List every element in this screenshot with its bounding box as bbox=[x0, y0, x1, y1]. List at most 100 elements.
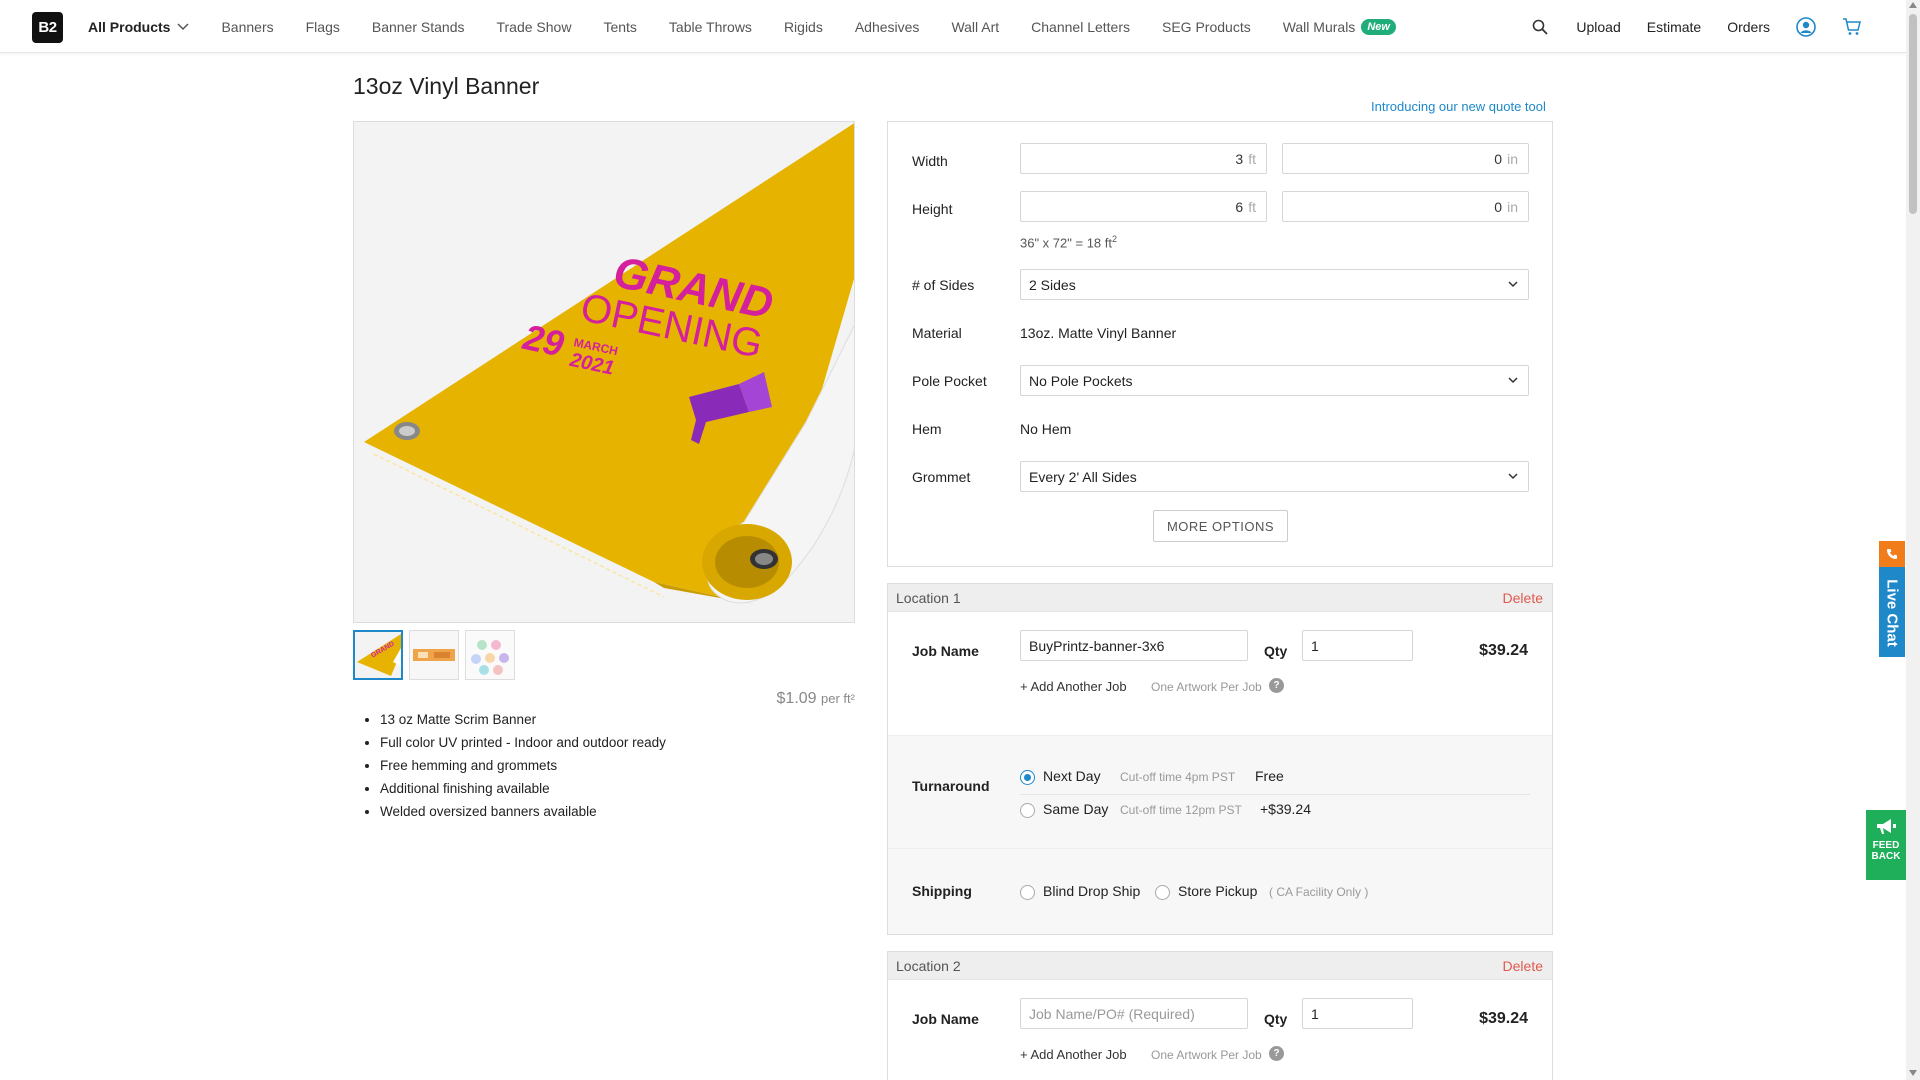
job-name-input[interactable]: Job Name/PO# (Required) bbox=[1020, 998, 1248, 1029]
pole-pocket-select[interactable]: No Pole Pockets bbox=[1020, 365, 1529, 396]
estimate-link[interactable]: Estimate bbox=[1647, 19, 1701, 35]
chevron-down-icon bbox=[1508, 473, 1518, 480]
width-in-input[interactable]: 0 in bbox=[1282, 143, 1529, 174]
hem-value: No Hem bbox=[1020, 421, 1072, 437]
plus-icon: + bbox=[1020, 1047, 1028, 1062]
area-text: 36" x 72" = 18 ft bbox=[1020, 235, 1112, 251]
location-price: $39.24 bbox=[1479, 642, 1528, 659]
nav-item-flags[interactable]: Flags bbox=[306, 19, 340, 35]
pole-pocket-selected: No Pole Pockets bbox=[1029, 372, 1133, 389]
help-icon[interactable]: ? bbox=[1269, 1046, 1284, 1061]
live-chat-widget[interactable]: Live Chat bbox=[1879, 541, 1905, 657]
scroll-up-arrow-icon[interactable] bbox=[1909, 2, 1917, 8]
feedback-line-1: FEED bbox=[1872, 840, 1900, 851]
material-label: Material bbox=[912, 325, 962, 341]
upload-link[interactable]: Upload bbox=[1576, 19, 1620, 35]
feature-item: Free hemming and grommets bbox=[380, 758, 666, 773]
sides-select[interactable]: 2 Sides bbox=[1020, 269, 1529, 300]
nav-item-seg-products[interactable]: SEG Products bbox=[1162, 19, 1251, 35]
thumbnail-1[interactable]: GRAND bbox=[353, 630, 403, 680]
product-main-image[interactable]: GRAND OPENING 29 MARCH 2021 bbox=[353, 121, 855, 623]
qty-input[interactable]: 1 bbox=[1302, 998, 1413, 1029]
grommet-select[interactable]: Every 2' All Sides bbox=[1020, 461, 1529, 492]
job-name-input[interactable]: BuyPrintz-banner-3x6 bbox=[1020, 630, 1248, 661]
delete-location-button[interactable]: Delete bbox=[1503, 590, 1543, 606]
height-in-input[interactable]: 0 in bbox=[1282, 191, 1529, 222]
blind-drop-label[interactable]: Blind Drop Ship bbox=[1043, 883, 1140, 899]
same-day-label[interactable]: Same Day bbox=[1043, 801, 1108, 817]
feedback-line-2: BACK bbox=[1871, 851, 1901, 862]
nav-item-table-throws[interactable]: Table Throws bbox=[669, 19, 752, 35]
next-day-price: Free bbox=[1255, 768, 1284, 784]
nav-item-channel-letters[interactable]: Channel Letters bbox=[1031, 19, 1130, 35]
price-per-sqft: $1.09 per ft² bbox=[560, 690, 855, 708]
cart-icon[interactable] bbox=[1842, 17, 1862, 37]
one-artwork-note: One Artwork Per Job bbox=[1151, 680, 1262, 694]
location-title: Location 2 bbox=[896, 957, 961, 974]
nav-item-banner-stands[interactable]: Banner Stands bbox=[372, 19, 465, 35]
turnaround-label: Turnaround bbox=[912, 778, 990, 794]
feature-item: Full color UV printed - Indoor and outdo… bbox=[380, 735, 666, 750]
add-another-job-button[interactable]: + Add Another Job bbox=[1020, 1047, 1127, 1062]
scrollbar-thumb[interactable] bbox=[1909, 14, 1917, 214]
width-ft-input[interactable]: 3 ft bbox=[1020, 143, 1267, 174]
width-ft-value: 3 bbox=[1235, 150, 1244, 167]
width-label: Width bbox=[912, 153, 948, 169]
quote-tool-link[interactable]: Introducing our new quote tool bbox=[1371, 99, 1546, 114]
thumbnail-3[interactable] bbox=[465, 630, 515, 680]
blind-drop-radio[interactable] bbox=[1020, 885, 1035, 900]
nav-item-wall-art[interactable]: Wall Art bbox=[951, 19, 999, 35]
search-icon[interactable] bbox=[1530, 17, 1550, 37]
plus-icon: + bbox=[1020, 679, 1028, 694]
delete-location-button[interactable]: Delete bbox=[1503, 958, 1543, 974]
sides-selected: 2 Sides bbox=[1029, 276, 1076, 293]
job-name-label: Job Name bbox=[912, 1011, 979, 1027]
one-artwork-note: One Artwork Per Job bbox=[1151, 1048, 1262, 1062]
store-pickup-label[interactable]: Store Pickup bbox=[1178, 883, 1257, 899]
scroll-down-arrow-icon[interactable] bbox=[1909, 1070, 1917, 1076]
same-day-radio[interactable] bbox=[1020, 803, 1035, 818]
height-ft-input[interactable]: 6 ft bbox=[1020, 191, 1267, 222]
location-title: Location 1 bbox=[896, 589, 961, 606]
grommet-selected: Every 2' All Sides bbox=[1029, 468, 1137, 485]
next-day-radio[interactable] bbox=[1020, 770, 1035, 785]
nav-item-all-products[interactable]: All Products bbox=[88, 19, 189, 35]
next-day-label[interactable]: Next Day bbox=[1043, 768, 1101, 784]
help-icon[interactable]: ? bbox=[1269, 678, 1284, 693]
user-account-icon[interactable] bbox=[1796, 16, 1816, 37]
add-another-job-button[interactable]: + Add Another Job bbox=[1020, 679, 1127, 694]
thumbnail-image bbox=[410, 631, 458, 679]
nav-item-banners[interactable]: Banners bbox=[221, 19, 273, 35]
feature-item: Welded oversized banners available bbox=[380, 804, 666, 819]
same-day-cutoff: Cut-off time 12pm PST bbox=[1120, 803, 1242, 817]
product-config-panel: Width 3 ft 0 in Height 6 ft 0 in 36" x 72" =… bbox=[887, 121, 1553, 567]
divider bbox=[1020, 794, 1530, 795]
thumbnail-2[interactable] bbox=[409, 630, 459, 680]
location-panel-2: Location 2 Delete Job Name Job Name/PO# … bbox=[887, 951, 1553, 1080]
qty-label: Qty bbox=[1264, 643, 1288, 659]
orders-link[interactable]: Orders bbox=[1727, 19, 1770, 35]
height-ft-value: 6 bbox=[1235, 198, 1244, 215]
chevron-down-icon bbox=[1508, 281, 1518, 288]
store-pickup-radio[interactable] bbox=[1155, 885, 1170, 900]
nav-item-tents[interactable]: Tents bbox=[603, 19, 636, 35]
feedback-widget[interactable]: FEED BACK bbox=[1866, 810, 1906, 880]
qty-input[interactable]: 1 bbox=[1302, 630, 1413, 661]
pole-pocket-label: Pole Pocket bbox=[912, 373, 987, 389]
more-options-button[interactable]: MORE OPTIONS bbox=[1153, 510, 1288, 542]
megaphone-icon bbox=[1877, 819, 1896, 834]
nav-item-trade-show[interactable]: Trade Show bbox=[496, 19, 571, 35]
add-job-label: Add Another Job bbox=[1030, 1047, 1127, 1062]
nav-item-wall-murals[interactable]: Wall Murals New bbox=[1283, 18, 1396, 35]
location-price: $39.24 bbox=[1479, 1010, 1528, 1027]
live-chat-label: Live Chat bbox=[1883, 579, 1901, 647]
nav-item-adhesives[interactable]: Adhesives bbox=[855, 19, 920, 35]
next-day-cutoff: Cut-off time 4pm PST bbox=[1120, 770, 1236, 784]
location-panel-1: Location 1 Delete Job Name BuyPrintz-ban… bbox=[887, 583, 1553, 935]
phone-icon bbox=[1879, 541, 1905, 567]
page-scrollbar[interactable] bbox=[1906, 0, 1920, 1080]
b2-logo[interactable]: B2 bbox=[32, 12, 63, 43]
nav-item-rigids[interactable]: Rigids bbox=[784, 19, 823, 35]
banner-text-day: 29 bbox=[519, 316, 568, 365]
area-summary: 36" x 72" = 18 ft2 bbox=[1020, 234, 1117, 250]
